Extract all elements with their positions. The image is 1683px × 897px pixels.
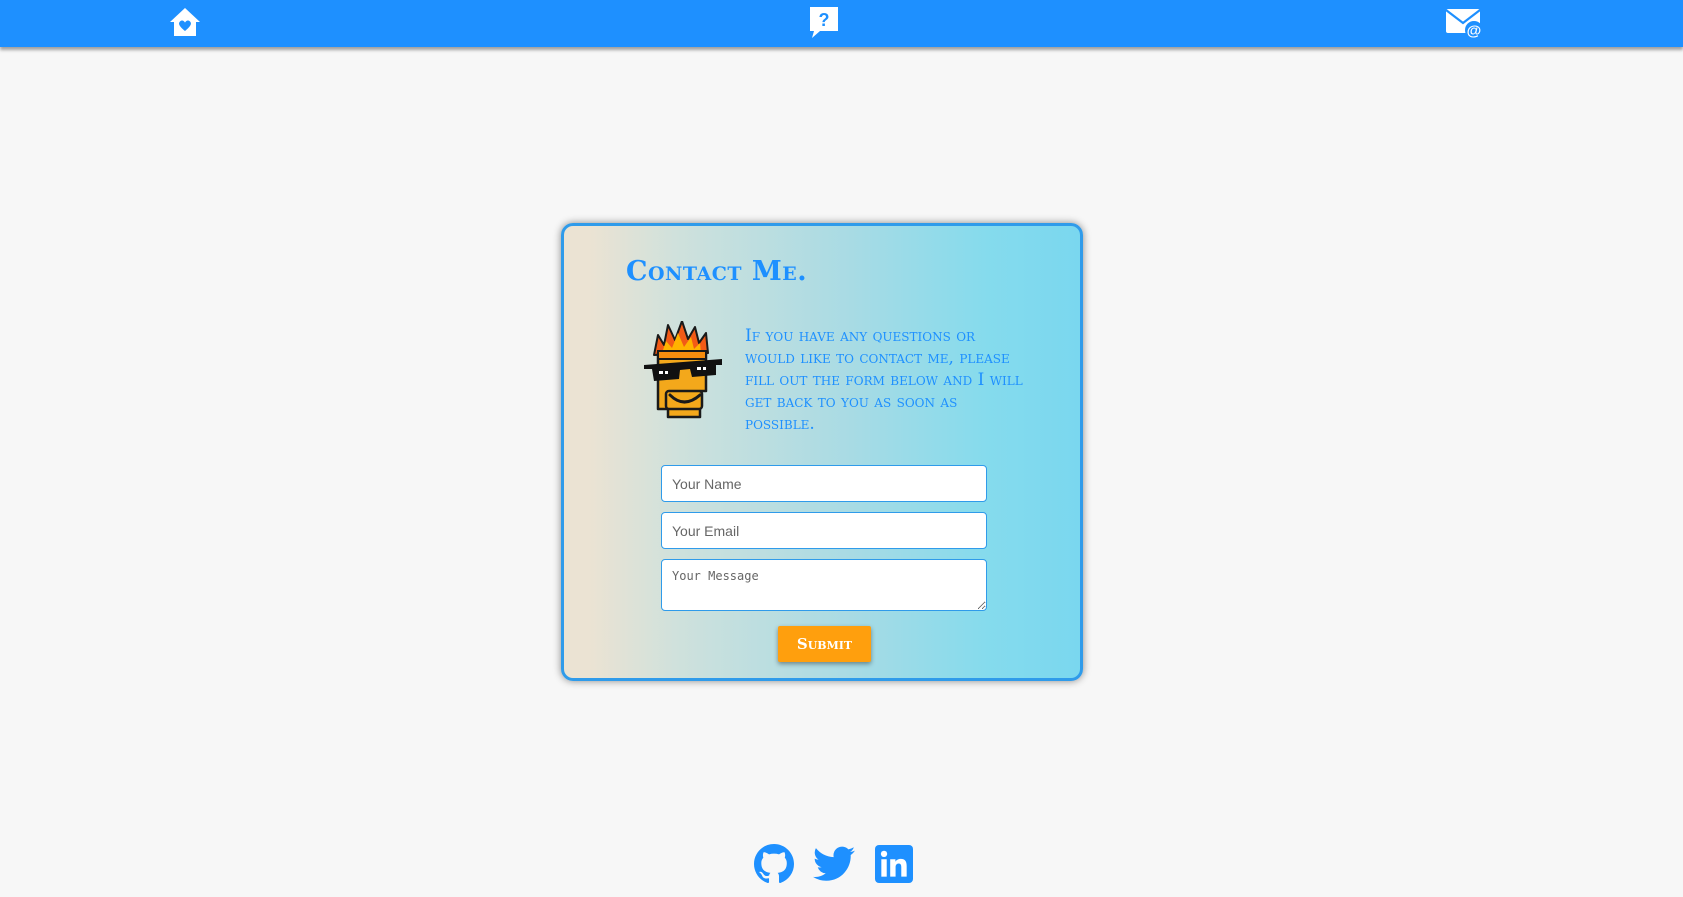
fire-hair-sunglasses-mascot-icon xyxy=(644,321,722,419)
contact-card: Contact Me. If you have any questions or… xyxy=(561,223,1083,681)
github-link[interactable] xyxy=(753,843,795,885)
contact-intro-text: If you have any questions or would like … xyxy=(745,326,1023,434)
nav-contact-link[interactable]: @ xyxy=(1444,4,1484,40)
svg-text:@: @ xyxy=(1467,23,1482,40)
top-navbar: ? @ xyxy=(0,0,1683,47)
svg-text:?: ? xyxy=(819,10,830,30)
twitter-icon xyxy=(813,846,855,881)
contact-title: Contact Me. xyxy=(626,256,808,287)
email-input[interactable] xyxy=(661,512,987,549)
question-bubble-icon: ? xyxy=(810,7,838,38)
name-input[interactable] xyxy=(661,465,987,502)
message-textarea[interactable] xyxy=(661,559,987,611)
linkedin-link[interactable] xyxy=(873,843,915,885)
nav-home-link[interactable] xyxy=(165,4,205,40)
mail-at-icon: @ xyxy=(1445,9,1483,40)
home-heart-icon xyxy=(170,8,200,36)
github-icon xyxy=(754,844,794,884)
submit-button[interactable]: Submit xyxy=(778,626,871,662)
twitter-link[interactable] xyxy=(813,843,855,885)
linkedin-icon xyxy=(875,845,913,883)
nav-about-link[interactable]: ? xyxy=(804,4,844,40)
